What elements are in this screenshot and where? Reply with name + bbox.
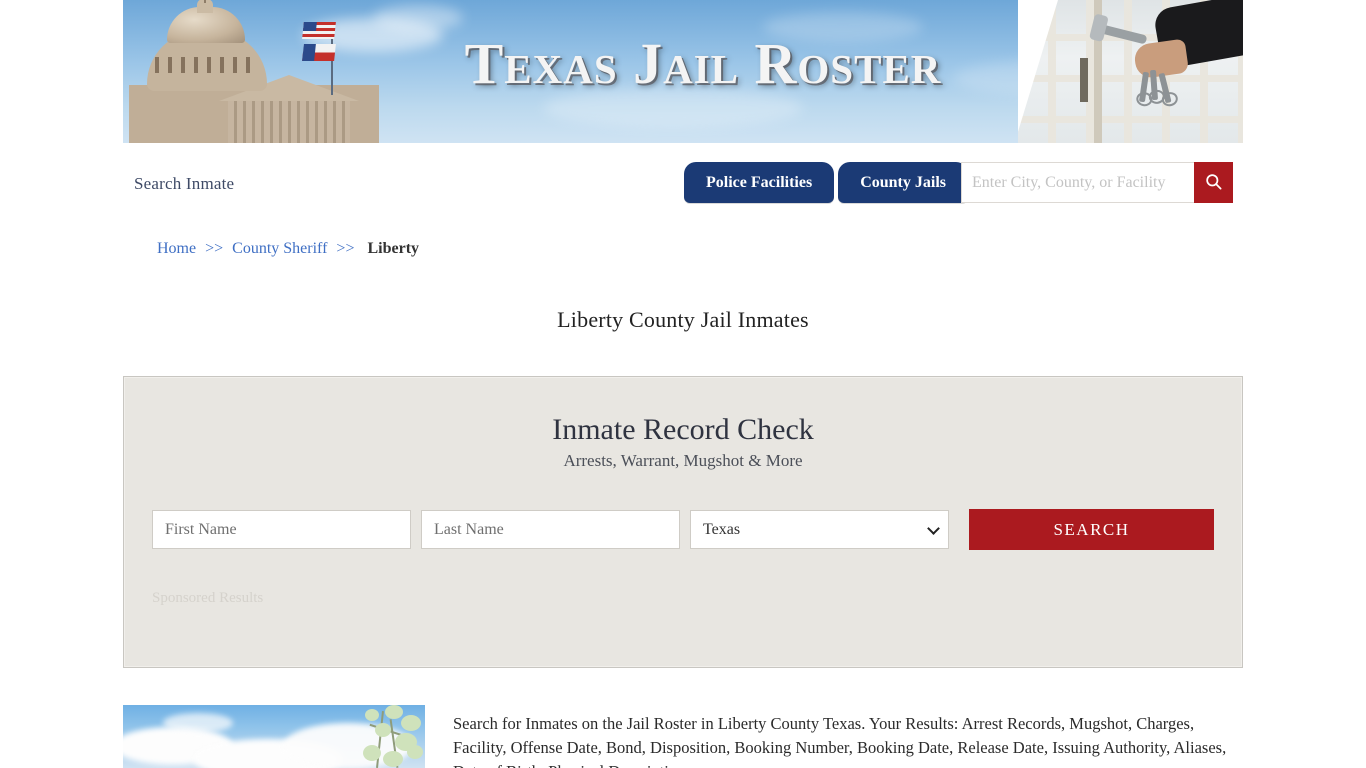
breadcrumb: Home >> County Sheriff >> Liberty: [157, 240, 419, 258]
page-root: Texas Jail Roster Search Inmate Police F…: [0, 0, 1366, 768]
tab-county-jails[interactable]: County Jails: [838, 162, 968, 203]
panel-heading: Inmate Record Check: [552, 413, 814, 446]
breadcrumb-separator: >>: [205, 240, 224, 257]
page-title: Liberty County Jail Inmates: [557, 306, 809, 332]
facility-search-box: [961, 162, 1233, 203]
sponsored-results-label: Sponsored Results: [152, 590, 264, 606]
site-banner: Texas Jail Roster: [123, 0, 1243, 143]
search-icon: [1204, 172, 1223, 194]
state-select-wrapper: Texas: [690, 510, 949, 549]
breadcrumb-current: Liberty: [367, 240, 420, 257]
leaf-shape: [375, 723, 391, 737]
nav-tabs: Police Facilities County Jails: [684, 162, 968, 203]
first-name-input[interactable]: [152, 510, 411, 549]
content-blurb: Search for Inmates on the Jail Roster in…: [453, 714, 1227, 768]
tab-police-facilities[interactable]: Police Facilities: [684, 162, 835, 203]
search-button[interactable]: SEARCH: [969, 509, 1214, 550]
breadcrumb-link-county-sheriff[interactable]: County Sheriff: [232, 240, 327, 257]
site-title: Texas Jail Roster: [464, 31, 942, 96]
capitol-spire: [204, 0, 206, 3]
inmate-record-check-panel: Inmate Record Check Arrests, Warrant, Mu…: [123, 376, 1243, 668]
facility-search-input[interactable]: [961, 162, 1194, 203]
nav-row: Search Inmate Police Facilities County J…: [123, 143, 1243, 223]
content-section: Search for Inmates on the Jail Roster in…: [123, 705, 1243, 768]
cloud-shape: [163, 713, 233, 733]
site-label: Search Inmate: [134, 174, 235, 193]
breadcrumb-link-home[interactable]: Home: [157, 240, 196, 257]
content-thumbnail-image: [123, 705, 425, 768]
tree-branches: [355, 705, 425, 768]
leaf-shape: [401, 715, 421, 731]
panel-subheading: Arrests, Warrant, Mugshot & More: [563, 451, 803, 470]
leaf-shape: [383, 751, 403, 767]
breadcrumb-separator: >>: [336, 240, 355, 257]
leaf-shape: [365, 709, 379, 721]
last-name-input[interactable]: [421, 510, 680, 549]
leaf-shape: [385, 705, 403, 719]
leaf-shape: [363, 745, 381, 761]
facility-search-button[interactable]: [1194, 162, 1233, 203]
capitol-columns: [228, 99, 350, 143]
state-select[interactable]: Texas: [690, 510, 949, 549]
leaf-shape: [407, 745, 423, 759]
inmate-search-form: Texas SEARCH: [152, 509, 1214, 550]
